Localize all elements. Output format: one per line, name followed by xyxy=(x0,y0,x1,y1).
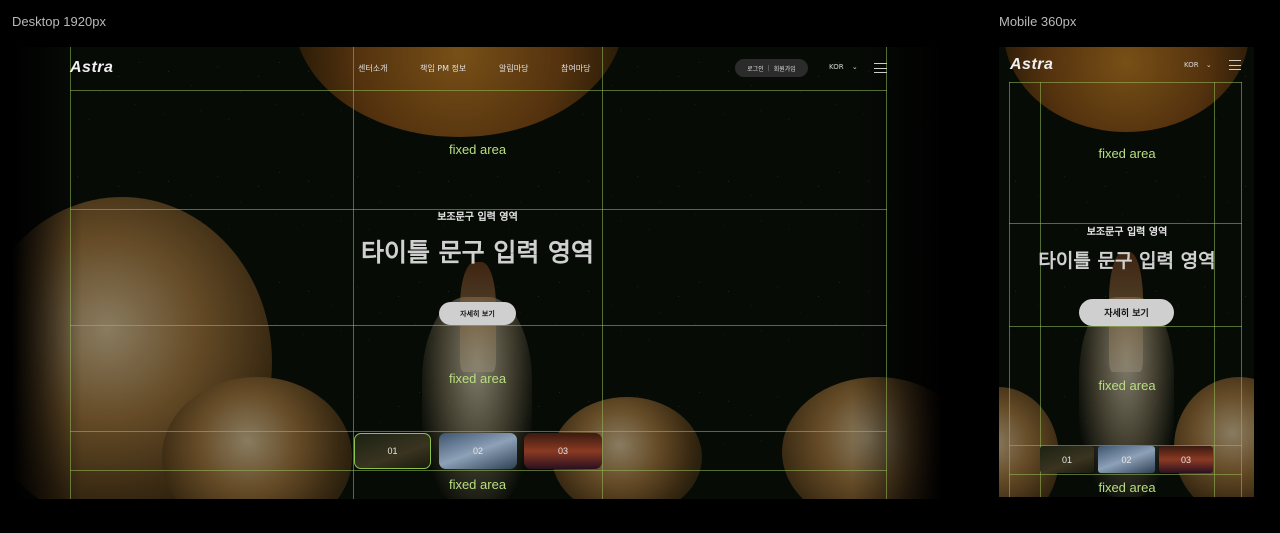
guide-line xyxy=(1040,82,1041,497)
thumbnail-number: 02 xyxy=(472,446,483,456)
language-select[interactable]: KOR ⌄ xyxy=(829,63,858,71)
slide-thumbnail[interactable]: 03 xyxy=(524,433,602,469)
guide-line xyxy=(1214,82,1215,497)
hero-title: 타이틀 문구 입력 영역 xyxy=(1038,250,1216,272)
guide-line xyxy=(1009,82,1242,83)
guide-line xyxy=(1241,82,1242,497)
slide-thumbnail[interactable]: 01 xyxy=(354,433,431,469)
fixed-area-label: fixed area xyxy=(1098,146,1156,161)
guide-line xyxy=(1009,82,1010,497)
logo[interactable]: Astra xyxy=(1010,56,1053,74)
auth-separator: | xyxy=(767,64,770,72)
fixed-area-label: fixed area xyxy=(448,371,507,386)
nav-item-center[interactable]: 센터소개 xyxy=(358,63,387,74)
fixed-area-label: fixed area xyxy=(1098,480,1156,495)
thumbnail-number: 03 xyxy=(557,446,568,456)
nav-item-pm[interactable]: 책임 PM 정보 xyxy=(420,63,466,74)
desktop-mockup: Astra 센터소개 책임 PM 정보 알림마당 참여마당 로그인 | 회원가입… xyxy=(12,47,942,499)
guide-line xyxy=(70,90,887,91)
thumbnail-number: 03 xyxy=(1180,454,1191,465)
mobile-mockup: Astra KOR ⌄ fixed area fixed area fixed … xyxy=(999,47,1254,497)
signup-link[interactable]: 회원가입 xyxy=(774,64,796,73)
fixed-area-label: fixed area xyxy=(448,477,507,492)
thumbnail-number: 02 xyxy=(1121,454,1132,465)
logo[interactable]: Astra xyxy=(70,59,113,77)
language-value: KOR xyxy=(829,63,844,71)
detail-button[interactable]: 자세히 보기 xyxy=(1079,299,1174,326)
hero-subtitle: 보조문구 입력 영역 xyxy=(1086,227,1168,238)
nav-item-notice[interactable]: 알림마당 xyxy=(499,63,528,74)
detail-button[interactable]: 자세히 보기 xyxy=(439,302,516,325)
guide-line xyxy=(1009,474,1242,475)
guide-line xyxy=(70,431,887,432)
login-link[interactable]: 로그인 xyxy=(747,64,764,73)
hero-title: 타이틀 문구 입력 영역 xyxy=(360,238,595,267)
desktop-panel-label: Desktop 1920px xyxy=(12,14,106,29)
guide-line xyxy=(70,325,887,326)
nav-item-participation[interactable]: 참여마당 xyxy=(561,63,590,74)
hero-subtitle: 보조문구 입력 영역 xyxy=(437,212,518,223)
slide-thumbnail[interactable]: 02 xyxy=(1098,446,1155,473)
chevron-down-icon: ⌄ xyxy=(1205,61,1212,69)
menu-icon[interactable] xyxy=(1229,60,1241,70)
slide-thumbnail[interactable]: 02 xyxy=(439,433,517,469)
thumbnail-number: 01 xyxy=(1061,454,1072,465)
fixed-area-label: fixed area xyxy=(1098,378,1156,393)
guide-line xyxy=(1009,326,1242,327)
language-value: KOR xyxy=(1184,61,1199,69)
menu-icon[interactable] xyxy=(874,63,887,73)
chevron-down-icon: ⌄ xyxy=(851,63,858,71)
fixed-area-label: fixed area xyxy=(448,142,507,157)
slide-thumbnail[interactable]: 01 xyxy=(1040,446,1094,473)
auth-pill: 로그인 | 회원가입 xyxy=(735,59,808,77)
guide-line xyxy=(70,470,887,471)
language-select[interactable]: KOR ⌄ xyxy=(1184,61,1212,69)
mobile-panel-label: Mobile 360px xyxy=(999,14,1077,29)
thumbnail-number: 01 xyxy=(387,446,398,456)
slide-thumbnail[interactable]: 03 xyxy=(1159,446,1213,473)
